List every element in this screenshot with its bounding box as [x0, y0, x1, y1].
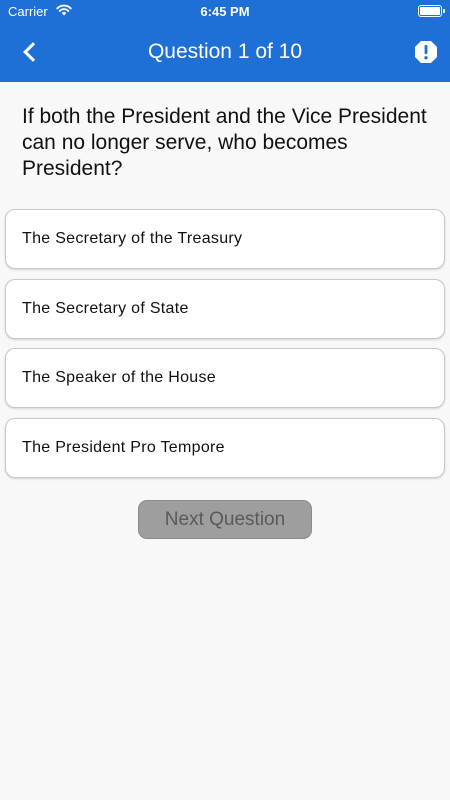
answer-option-2[interactable]: The Secretary of State	[5, 278, 445, 339]
status-bar: Carrier 6:45 PM	[0, 0, 450, 24]
answer-list: The Secretary of the Treasury The Secret…	[5, 209, 445, 487]
app-header: Carrier 6:45 PM Question 1 of 10	[0, 0, 450, 82]
question-text: If both the President and the Vice Presi…	[22, 105, 427, 180]
status-time: 6:45 PM	[200, 4, 250, 19]
nav-bar: Question 1 of 10	[0, 24, 450, 82]
next-question-button[interactable]: Next Question	[138, 500, 312, 539]
battery-icon	[418, 5, 445, 17]
answer-option-1[interactable]: The Secretary of the Treasury	[5, 209, 445, 269]
alert-octagon-icon[interactable]	[414, 40, 438, 64]
page-title: Question 1 of 10	[147, 40, 303, 63]
answer-option-3[interactable]: The Speaker of the House	[5, 348, 445, 408]
answer-option-4[interactable]: The President Pro Tempore	[5, 417, 445, 478]
